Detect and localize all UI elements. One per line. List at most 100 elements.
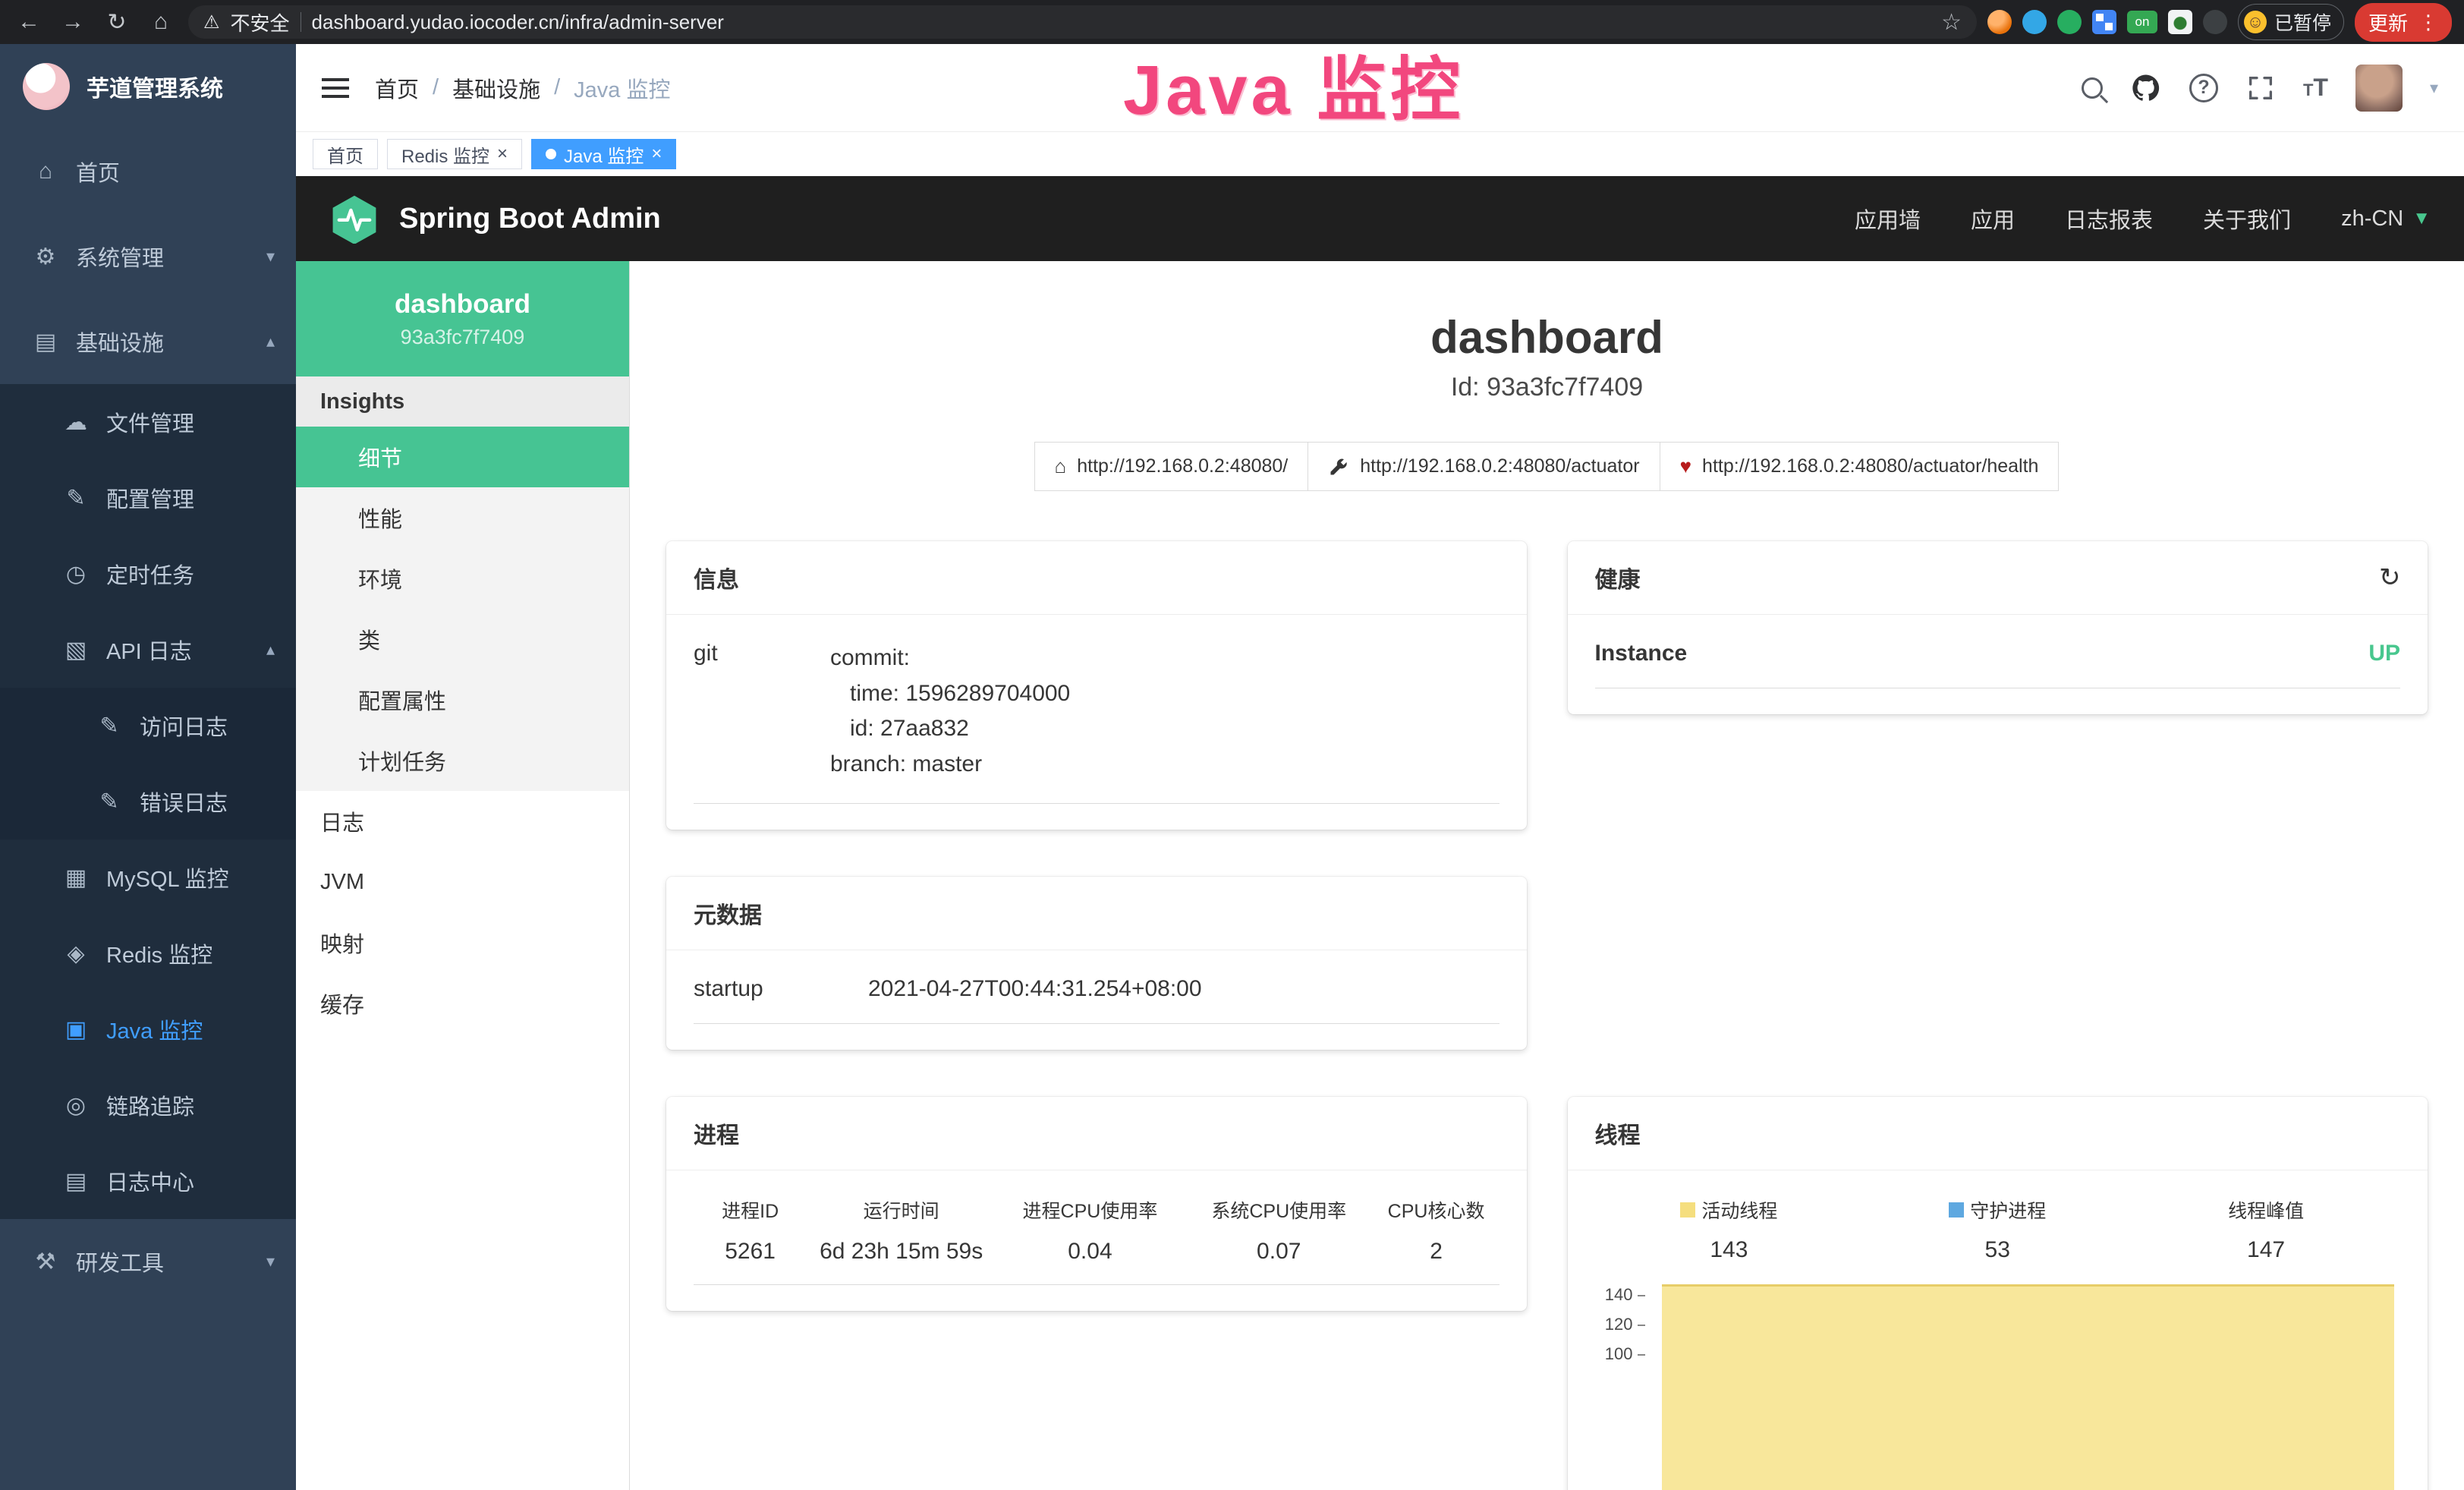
github-icon[interactable] bbox=[2130, 72, 2162, 104]
breadcrumb-infra[interactable]: 基础设施 bbox=[452, 72, 540, 104]
active-tab-dot bbox=[546, 149, 556, 159]
sidebar-item-redis[interactable]: ◈ Redis 监控 bbox=[0, 915, 296, 991]
fullscreen-icon[interactable] bbox=[2245, 73, 2276, 103]
extension-icon-drop[interactable] bbox=[2022, 10, 2047, 34]
startup-value: 2021-04-27T00:44:31.254+08:00 bbox=[868, 976, 1202, 1002]
sidebar-item-jobs[interactable]: ◷ 定时任务 bbox=[0, 536, 296, 612]
sidebar-item-config[interactable]: ✎ 配置管理 bbox=[0, 460, 296, 536]
instance-links: ⌂ http://192.168.0.2:48080/ http://192.1… bbox=[630, 442, 2464, 491]
health-card: 健康 ↺ Instance UP bbox=[1568, 541, 2428, 714]
paused-label: 已暂停 bbox=[2274, 8, 2331, 36]
active-threads-swatch bbox=[1680, 1202, 1695, 1218]
extension-icon-on[interactable]: on bbox=[2127, 11, 2157, 33]
menu-item-classes[interactable]: 类 bbox=[296, 609, 629, 669]
menu-item-config-props[interactable]: 配置属性 bbox=[296, 669, 629, 730]
search-icon[interactable] bbox=[2082, 77, 2103, 99]
service-url-link[interactable]: ⌂ http://192.168.0.2:48080/ bbox=[1034, 442, 1309, 491]
chart-plot-area bbox=[1662, 1290, 2395, 1490]
actuator-url-link[interactable]: http://192.168.0.2:48080/actuator bbox=[1308, 442, 1660, 491]
history-icon[interactable]: ↺ bbox=[2379, 562, 2401, 593]
address-bar[interactable]: ⚠ 不安全 dashboard.yudao.iocoder.cn/infra/a… bbox=[188, 5, 1977, 39]
security-label[interactable]: 不安全 bbox=[231, 8, 290, 36]
menu-item-caches[interactable]: 缓存 bbox=[296, 973, 629, 1034]
url-text[interactable]: dashboard.yudao.iocoder.cn/infra/admin-s… bbox=[312, 11, 724, 34]
sidebar-item-devtools[interactable]: ⚒ 研发工具 ▾ bbox=[0, 1219, 296, 1304]
menu-item-scheduled-tasks[interactable]: 计划任务 bbox=[296, 730, 629, 791]
home-icon: ⌂ bbox=[1055, 455, 1067, 478]
language-label: zh-CN bbox=[2341, 206, 2403, 232]
git-commit-line: commit: bbox=[830, 641, 1070, 676]
cards-grid: 信息 git commit: time: 1596289704000 id: 2… bbox=[630, 491, 2464, 1490]
instance-subtitle: Id: 93a3fc7f7409 bbox=[630, 373, 2464, 402]
menu-item-mappings[interactable]: 映射 bbox=[296, 912, 629, 973]
sidebar-item-trace[interactable]: ◎ 链路追踪 bbox=[0, 1067, 296, 1143]
sba-nav-journal[interactable]: 日志报表 bbox=[2065, 203, 2153, 235]
menu-item-environment[interactable]: 环境 bbox=[296, 548, 629, 609]
back-icon[interactable]: ← bbox=[12, 5, 46, 39]
sba-nav-about[interactable]: 关于我们 bbox=[2203, 203, 2291, 235]
sidebar-item-access-log[interactable]: ✎ 访问日志 bbox=[0, 688, 296, 764]
card-header: 健康 ↺ bbox=[1568, 541, 2428, 615]
sba-brand-title: Spring Boot Admin bbox=[399, 203, 661, 235]
home-icon: ⌂ bbox=[30, 159, 61, 184]
menu-item-logs[interactable]: 日志 bbox=[296, 791, 629, 852]
cell-value: 6d 23h 15m 59s bbox=[807, 1239, 996, 1285]
breadcrumb-home[interactable]: 首页 bbox=[375, 72, 419, 104]
help-icon[interactable]: ? bbox=[2189, 74, 2218, 102]
health-url-link[interactable]: ♥ http://192.168.0.2:48080/actuator/heal… bbox=[1660, 442, 2060, 491]
extension-icon-green[interactable] bbox=[2057, 10, 2082, 34]
forward-icon[interactable]: → bbox=[56, 5, 90, 39]
mysql-icon: ▦ bbox=[61, 865, 91, 891]
home-nav-icon[interactable]: ⌂ bbox=[144, 5, 178, 39]
sidebar-item-system[interactable]: ⚙ 系统管理 ▾ bbox=[0, 214, 296, 299]
tab-home[interactable]: 首页 bbox=[313, 139, 378, 169]
sidebar-item-mysql[interactable]: ▦ MySQL 监控 bbox=[0, 840, 296, 915]
sidebar-item-log-center[interactable]: ▤ 日志中心 bbox=[0, 1143, 296, 1219]
extension-icon-leaf[interactable] bbox=[2168, 10, 2192, 34]
update-button[interactable]: 更新 ⋮ bbox=[2355, 3, 2452, 42]
font-size-icon[interactable]: TT bbox=[2303, 74, 2328, 102]
gear-icon: ⚙ bbox=[30, 244, 61, 270]
sidebar-item-files[interactable]: ☁ 文件管理 bbox=[0, 384, 296, 460]
infrastructure-icon: ▤ bbox=[30, 329, 61, 355]
sba-nav-wallboard[interactable]: 应用墙 bbox=[1855, 203, 1921, 235]
access-log-icon: ✎ bbox=[94, 713, 124, 739]
git-time-line: time: 1596289704000 bbox=[850, 676, 1070, 712]
tab-java-monitor[interactable]: Java 监控 × bbox=[531, 139, 676, 169]
card-body: 进程ID 运行时间 进程CPU使用率 系统CPU使用率 CPU核心数 5261 … bbox=[666, 1170, 1527, 1311]
extension-icon-puzzle[interactable] bbox=[2203, 10, 2227, 34]
log-center-icon: ▤ bbox=[61, 1168, 91, 1195]
link-label: http://192.168.0.2:48080/actuator/health bbox=[1702, 455, 2038, 477]
extension-icon-grid[interactable] bbox=[2092, 10, 2116, 34]
instance-id: 93a3fc7f7409 bbox=[401, 326, 525, 349]
bookmark-star-icon[interactable]: ☆ bbox=[1941, 9, 1962, 36]
reload-icon[interactable]: ↻ bbox=[100, 5, 134, 39]
tab-redis-monitor[interactable]: Redis 监控 × bbox=[387, 139, 522, 169]
user-avatar[interactable] bbox=[2355, 65, 2403, 112]
legend-label: 活动线程 bbox=[1595, 1196, 1864, 1224]
menu-item-jvm[interactable]: JVM bbox=[296, 852, 629, 912]
browser-menu-icon[interactable]: ⋮ bbox=[2418, 11, 2438, 34]
legend-text: 活动线程 bbox=[1701, 1196, 1777, 1224]
git-key: git bbox=[694, 641, 830, 782]
sidebar-item-error-log[interactable]: ✎ 错误日志 bbox=[0, 764, 296, 840]
close-icon[interactable]: × bbox=[651, 145, 662, 163]
menu-item-details[interactable]: 细节 bbox=[296, 427, 629, 487]
sidebar-item-api-log[interactable]: ▧ API 日志 ▴ bbox=[0, 612, 296, 688]
sidebar-item-java[interactable]: ▣ Java 监控 bbox=[0, 991, 296, 1067]
extension-icon-fox[interactable] bbox=[1987, 10, 2012, 34]
sidebar-item-infra[interactable]: ▤ 基础设施 ▴ bbox=[0, 299, 296, 384]
column-header: 进程ID bbox=[694, 1196, 807, 1239]
java-monitor-annotation: Java 监控 bbox=[1123, 33, 1464, 134]
card-title: 线程 bbox=[1595, 1117, 1641, 1150]
collapse-sidebar-icon[interactable] bbox=[322, 77, 349, 99]
close-icon[interactable]: × bbox=[497, 145, 508, 163]
paused-badge[interactable]: ☺ 已暂停 bbox=[2238, 4, 2344, 40]
error-log-icon: ✎ bbox=[94, 789, 124, 815]
caret-down-icon[interactable]: ▾ bbox=[2430, 78, 2438, 98]
sidebar-item-label: 基础设施 bbox=[76, 326, 164, 358]
sba-nav-applications[interactable]: 应用 bbox=[1971, 203, 2015, 235]
menu-item-metrics[interactable]: 性能 bbox=[296, 487, 629, 548]
language-selector[interactable]: zh-CN ▼ bbox=[2341, 206, 2431, 232]
sidebar-item-home[interactable]: ⌂ 首页 bbox=[0, 129, 296, 214]
